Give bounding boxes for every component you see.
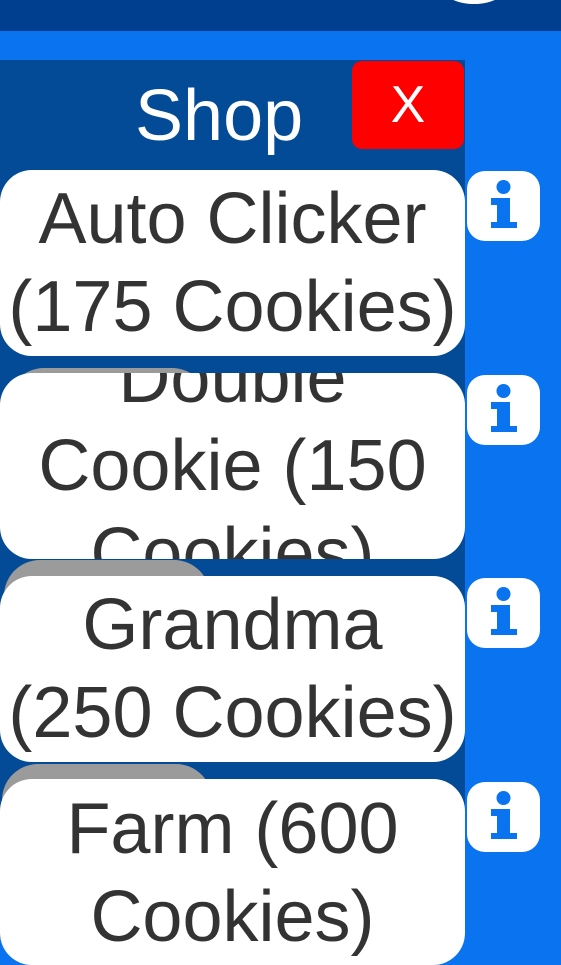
shop-item-auto-clicker[interactable]: Auto Clicker (175 Cookies) <box>0 170 465 356</box>
shop-item-label: Farm (600 Cookies) <box>66 789 399 957</box>
info-icon <box>491 587 517 635</box>
info-icon <box>491 180 517 228</box>
top-bar <box>0 0 561 31</box>
info-button[interactable] <box>467 171 540 241</box>
shop-item-farm[interactable]: Farm (600 Cookies) <box>0 779 465 965</box>
shop-item-label: Grandma (250 Cookies) <box>8 585 457 753</box>
shop-title: Shop <box>135 76 304 156</box>
shop-item-double-cookie[interactable]: Double Cookie (150 Cookies) <box>0 373 465 559</box>
info-icon <box>491 384 517 432</box>
info-button[interactable] <box>467 782 540 852</box>
shop-item-label: Double Cookie (150 Cookies) <box>38 373 427 559</box>
info-icon <box>491 791 517 839</box>
info-button[interactable] <box>467 375 540 445</box>
info-button[interactable] <box>467 578 540 648</box>
shop-item-grandma[interactable]: Grandma (250 Cookies) <box>0 576 465 762</box>
close-button[interactable]: X <box>352 61 464 149</box>
shop-item-label: Auto Clicker (175 Cookies) <box>8 179 457 347</box>
